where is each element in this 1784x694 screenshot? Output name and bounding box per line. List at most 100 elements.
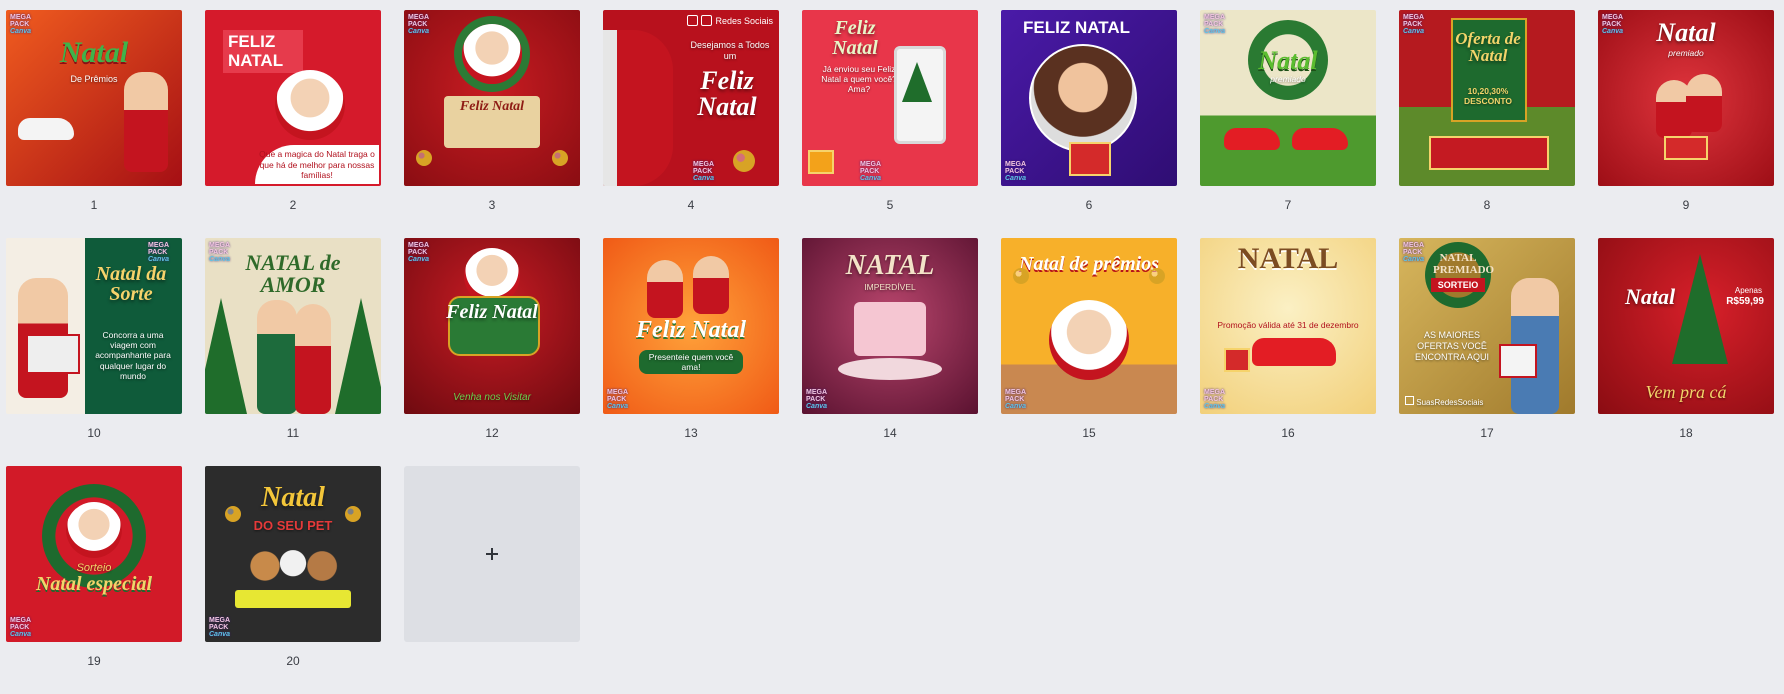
template-card[interactable]: MEGA PACK Canva NATAL de AMOR 11 xyxy=(205,238,381,466)
mega-pack-logo: MEGA PACK Canva xyxy=(148,242,170,263)
template-card[interactable]: NATAL Promoção válida até 31 de dezembro… xyxy=(1200,238,1376,466)
template-title: Oferta de Natal xyxy=(1455,29,1521,65)
person-image xyxy=(693,256,729,314)
template-card[interactable]: Sorteio Natal especial MEGA PACK Canva 19 xyxy=(6,466,182,694)
car-image xyxy=(1224,128,1280,150)
template-subtitle: Concorra a uma viagem com acompanhante p… xyxy=(95,330,171,381)
template-card[interactable]: Redes Sociais Desejamos a Todos um Feliz… xyxy=(603,10,779,238)
template-thumbnail[interactable]: NATAL Promoção válida até 31 de dezembro… xyxy=(1200,238,1376,414)
template-card[interactable]: MEGA PACK Canva Natal De Prêmios 1 xyxy=(6,10,182,238)
template-number: 13 xyxy=(684,426,698,440)
gift-image xyxy=(1664,136,1708,160)
facebook-icon xyxy=(1405,396,1414,406)
template-title: NATAL xyxy=(1237,242,1339,275)
template-subtitle: Já enviou seu Feliz Natal a quem você? A… xyxy=(821,64,897,95)
template-number: 5 xyxy=(886,198,894,212)
template-title: NATAL xyxy=(845,250,935,281)
template-number: 2 xyxy=(289,198,297,212)
person-image xyxy=(257,300,297,414)
tree-image xyxy=(205,298,247,414)
template-card[interactable]: MEGA PACK Canva NATAL PREMIADO SORTEIO AS … xyxy=(1399,238,1575,466)
template-number: 7 xyxy=(1284,198,1292,212)
template-thumbnail[interactable]: MEGA PACK Canva Feliz Natal xyxy=(404,10,580,186)
template-thumbnail[interactable]: MEGA PACK Canva Oferta de Natal 10,20,30% … xyxy=(1399,10,1575,186)
template-title: NATAL PREMIADO xyxy=(1433,252,1495,276)
mega-pack-logo: MEGA PACK Canva xyxy=(1204,14,1226,35)
mega-pack-logo: MEGA PACK Canva xyxy=(806,389,828,410)
template-card[interactable]: Feliz Natal Presenteie quem você ama! ME… xyxy=(603,238,779,466)
template-thumbnail[interactable]: MEGA PACK Canva Natal premiado xyxy=(1200,10,1376,186)
template-thumbnail[interactable]: Feliz Natal Presenteie quem você ama! ME… xyxy=(603,238,779,414)
template-title: FELIZ NATAL xyxy=(1023,18,1131,37)
template-thumbnail[interactable]: Redes Sociais Desejamos a Todos um Feliz… xyxy=(603,10,779,186)
template-subtitle: Presenteie quem você ama! xyxy=(639,350,743,375)
template-thumbnail[interactable]: Natal Apenas R$59,99 Vem pra cá xyxy=(1598,238,1774,414)
template-thumbnail[interactable]: MEGA PACK Canva NATAL PREMIADO SORTEIO AS … xyxy=(1399,238,1575,414)
template-thumbnail[interactable]: MEGA PACK Canva Natal premiado xyxy=(1598,10,1774,186)
template-number: 18 xyxy=(1679,426,1693,440)
template-card[interactable]: MEGA PACK Canva Natal premiado 7 xyxy=(1200,10,1376,238)
star-icon xyxy=(345,506,361,522)
template-card[interactable]: MEGA PACK Canva Oferta de Natal 10,20,30% … xyxy=(1399,10,1575,238)
template-number: 16 xyxy=(1281,426,1295,440)
price: R$59,99 xyxy=(1726,296,1764,307)
gift-image xyxy=(1224,348,1250,372)
template-subtitle: Desejamos a Todos um xyxy=(690,40,770,61)
template-card[interactable]: FELIZ NATAL MEGA PACK Canva 6 xyxy=(1001,10,1177,238)
template-number: 8 xyxy=(1483,198,1491,212)
template-thumbnail[interactable]: Natal de prêmios MEGA PACK Canva xyxy=(1001,238,1177,414)
add-page-button[interactable] xyxy=(404,466,580,642)
instagram-icon xyxy=(701,15,713,26)
template-card[interactable]: MEGA PACK Canva Natal da Sorte Concorra a … xyxy=(6,238,182,466)
template-subtitle: IMPERDÍVEL xyxy=(864,282,916,292)
template-thumbnail[interactable]: Feliz Natal Já enviou seu Feliz Natal a … xyxy=(802,10,978,186)
template-number: 20 xyxy=(286,654,300,668)
template-card[interactable]: Natal DO SEU PET MEGA PACK Canva 20 xyxy=(205,466,381,694)
template-card[interactable]: MEGA PACK Canva Natal premiado 9 xyxy=(1598,10,1774,238)
template-thumbnail[interactable]: FELIZ NATAL MEGA PACK Canva xyxy=(1001,10,1177,186)
template-card[interactable]: FELIZ NATAL Que a magica do Natal traga … xyxy=(205,10,381,238)
template-subtitle: Que a magica do Natal traga o que há de … xyxy=(255,145,379,184)
template-card[interactable]: MEGA PACK Canva Feliz Natal 3 xyxy=(404,10,580,238)
social-footer: SuasRedesSociais xyxy=(1405,396,1483,408)
template-thumbnail[interactable]: Natal DO SEU PET MEGA PACK Canva xyxy=(205,466,381,642)
template-title: Natal de prêmios xyxy=(1019,253,1159,275)
template-card[interactable]: MEGA PACK Canva Feliz Natal Venha nos Visi… xyxy=(404,238,580,466)
template-card[interactable]: Natal de prêmios MEGA PACK Canva 15 xyxy=(1001,238,1177,466)
plus-icon xyxy=(486,548,498,560)
template-title: Natal da Sorte xyxy=(95,263,167,305)
mega-pack-logo: MEGA PACK Canva xyxy=(1005,389,1027,410)
template-thumbnail[interactable]: MEGA PACK Canva Natal De Prêmios xyxy=(6,10,182,186)
mega-pack-logo: MEGA PACK Canva xyxy=(860,161,882,182)
gift-image xyxy=(26,334,80,374)
template-subtitle: Venha nos Visitar xyxy=(453,392,531,403)
template-number: 11 xyxy=(286,426,300,440)
template-title: Feliz Natal xyxy=(446,301,538,323)
template-card[interactable]: Natal Apenas R$59,99 Vem pra cá 18 xyxy=(1598,238,1774,466)
template-number: 10 xyxy=(87,426,101,440)
mega-pack-logo: MEGA PACK Canva xyxy=(607,389,629,410)
template-thumbnail[interactable]: MEGA PACK Canva Feliz Natal Venha nos Visi… xyxy=(404,238,580,414)
bell-icon xyxy=(552,150,568,166)
add-page-card[interactable] xyxy=(404,466,580,694)
ornament-icon xyxy=(1013,268,1029,284)
template-number: 6 xyxy=(1085,198,1093,212)
template-thumbnail[interactable]: MEGA PACK Canva NATAL de AMOR xyxy=(205,238,381,414)
template-thumbnail[interactable]: MEGA PACK Canva Natal da Sorte Concorra a … xyxy=(6,238,182,414)
tree-image xyxy=(902,62,932,102)
template-card[interactable]: NATAL IMPERDÍVEL MEGA PACK Canva 14 xyxy=(802,238,978,466)
product-image xyxy=(1429,136,1549,170)
template-grid: MEGA PACK Canva Natal De Prêmios 1 FELIZ N… xyxy=(6,10,1774,694)
santa-image xyxy=(1049,300,1129,380)
gift-image xyxy=(808,150,834,174)
person-image xyxy=(1686,74,1722,132)
template-thumbnail[interactable]: NATAL IMPERDÍVEL MEGA PACK Canva xyxy=(802,238,978,414)
person-image xyxy=(295,304,331,414)
mega-pack-logo: MEGA PACK Canva xyxy=(1403,14,1425,35)
mega-pack-logo: MEGA PACK Canva xyxy=(1204,389,1226,410)
template-thumbnail[interactable]: FELIZ NATAL Que a magica do Natal traga … xyxy=(205,10,381,186)
template-card[interactable]: Feliz Natal Já enviou seu Feliz Natal a … xyxy=(802,10,978,238)
template-title: Feliz Natal xyxy=(635,317,746,343)
template-title: Natal xyxy=(1258,46,1318,75)
template-thumbnail[interactable]: Sorteio Natal especial MEGA PACK Canva xyxy=(6,466,182,642)
